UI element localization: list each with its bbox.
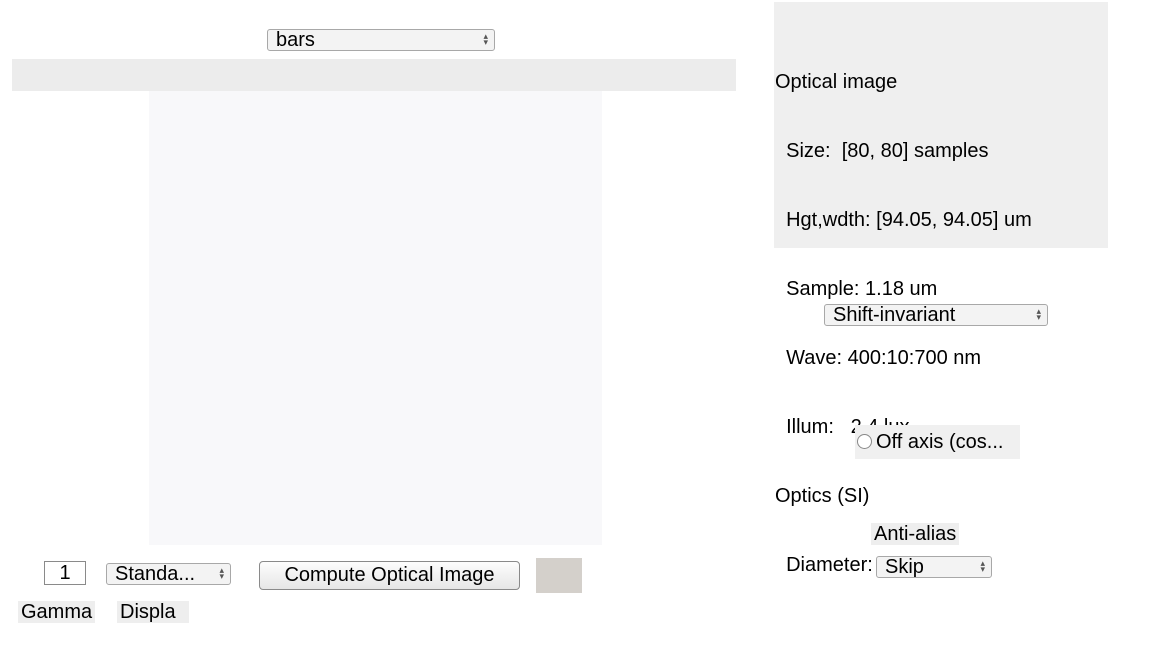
display-select[interactable]: Standa... ▴ ▾ (106, 563, 231, 585)
gamma-label: Gamma (18, 601, 96, 623)
select-arrows-icon: ▴ ▾ (1036, 306, 1041, 322)
gamma-value: 1 (59, 562, 71, 584)
select-arrows-icon: ▴ ▾ (483, 31, 488, 47)
compute-button-label: Compute Optical Image (284, 564, 495, 586)
anti-alias-select[interactable]: Skip ▴ ▾ (876, 556, 992, 578)
optics-model-value: Shift-invariant (833, 304, 956, 326)
optical-image-display (149, 91, 602, 545)
info-line: Size: [80, 80] samples (775, 140, 989, 162)
color-swatch (536, 558, 582, 593)
info-line: Optical image (775, 71, 898, 93)
info-line: Hgt,wdth: [94.05, 94.05] um (775, 209, 1032, 231)
info-line: Wave: 400:10:700 nm (775, 347, 982, 369)
gamma-input[interactable]: 1 (44, 561, 86, 585)
optics-model-select[interactable]: Shift-invariant ▴ ▾ (824, 304, 1048, 326)
anti-alias-value: Skip (885, 556, 924, 578)
scene-select[interactable]: bars ▴ ▾ (267, 29, 495, 51)
select-arrows-icon: ▴ ▾ (219, 565, 224, 581)
info-line: Sample: 1.18 um (775, 278, 938, 300)
compute-optical-image-button[interactable]: Compute Optical Image (259, 561, 520, 590)
radio-icon[interactable] (857, 434, 872, 449)
anti-alias-label: Anti-alias (871, 523, 960, 545)
optical-image-info-panel: Optical image Size: [80, 80] samples Hgt… (774, 2, 1108, 576)
off-axis-label: Off axis (cos... (876, 431, 1004, 453)
off-axis-radio[interactable]: Off axis (cos... (855, 425, 1020, 459)
select-arrows-icon: ▴ ▾ (980, 558, 985, 574)
display-select-value: Standa... (115, 563, 196, 585)
header-strip (12, 59, 736, 91)
info-line: Optics (SI) (775, 485, 870, 507)
scene-select-value: bars (276, 29, 315, 51)
display-label: Displa (117, 601, 189, 623)
